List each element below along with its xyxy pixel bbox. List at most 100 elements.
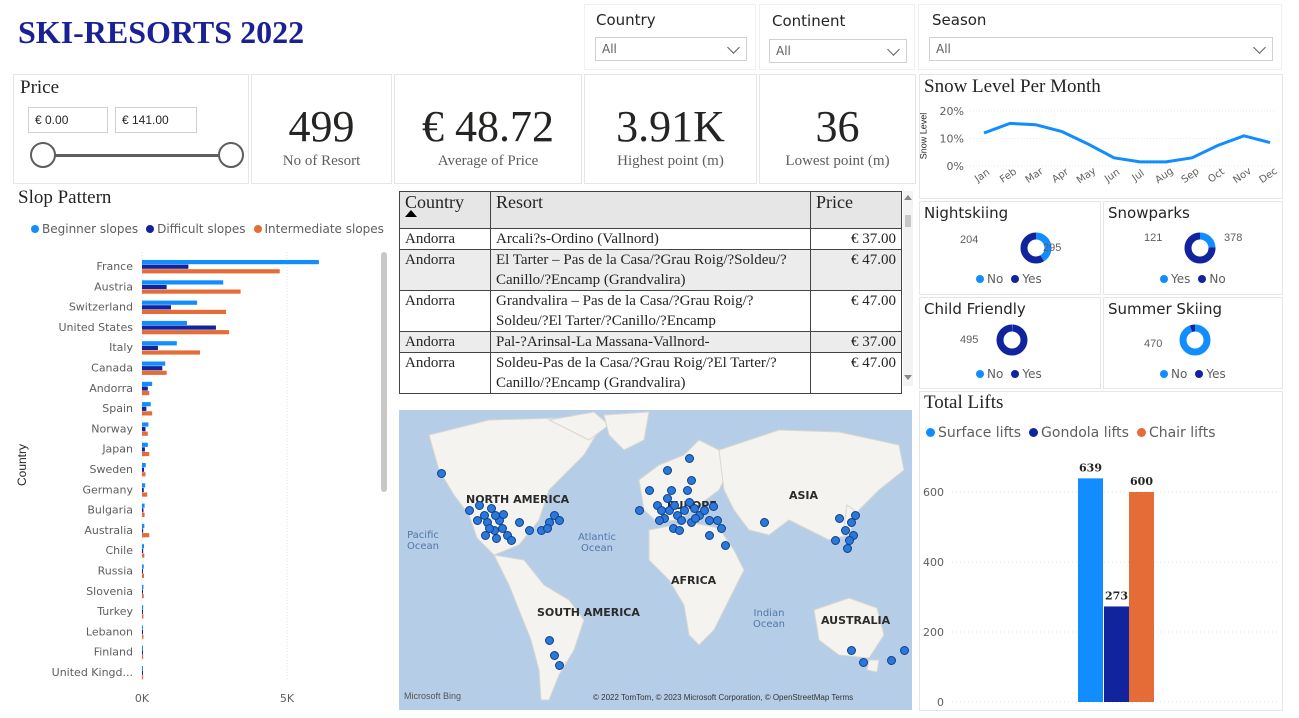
slope-bar[interactable] xyxy=(142,350,200,355)
slope-bar[interactable] xyxy=(142,645,143,650)
slope-bar[interactable] xyxy=(142,625,143,630)
map-pin[interactable] xyxy=(475,501,484,510)
map-pin[interactable] xyxy=(677,516,686,525)
map-pin[interactable] xyxy=(843,544,852,553)
slope-bar[interactable] xyxy=(142,325,216,330)
slope-bar[interactable] xyxy=(142,467,145,472)
map-pin[interactable] xyxy=(437,469,446,478)
slope-bar[interactable] xyxy=(142,594,144,599)
map-pin[interactable] xyxy=(851,511,860,520)
slope-bar[interactable] xyxy=(142,309,227,314)
slope-bar[interactable] xyxy=(142,260,319,265)
map-pin[interactable] xyxy=(691,514,700,523)
table-row[interactable]: Andorra El Tarter – Pas de la Casa/?Grau… xyxy=(399,249,902,291)
price-slider-min-handle[interactable] xyxy=(30,142,56,168)
donut-slice[interactable] xyxy=(1179,324,1211,356)
slope-bar[interactable] xyxy=(142,341,177,346)
slope-bar[interactable] xyxy=(142,508,144,513)
slope-bar[interactable] xyxy=(142,451,150,457)
slope-bar[interactable] xyxy=(142,634,144,639)
map-pin[interactable] xyxy=(481,531,490,540)
map-pin[interactable] xyxy=(859,658,868,667)
map-pin[interactable] xyxy=(685,454,694,463)
table-row[interactable]: Andorra Grandvalira – Pas de la Casa/?Gr… xyxy=(399,290,902,332)
map-pin[interactable] xyxy=(543,524,552,533)
slope-bar[interactable] xyxy=(142,391,150,396)
map-pin[interactable] xyxy=(760,518,769,527)
price-slider-max-handle[interactable] xyxy=(218,142,244,168)
scroll-down-icon[interactable] xyxy=(904,375,912,380)
slope-bar[interactable] xyxy=(142,269,280,274)
map-pin[interactable] xyxy=(700,506,709,515)
slope-bar[interactable] xyxy=(142,427,146,432)
map-pin[interactable] xyxy=(550,651,559,660)
price-slider-track[interactable] xyxy=(42,154,230,157)
scroll-up-icon[interactable] xyxy=(904,195,912,200)
map-pin[interactable] xyxy=(831,536,840,545)
column-header-price[interactable]: Price xyxy=(810,191,902,229)
snow-line-series[interactable] xyxy=(983,121,1271,164)
slope-bar[interactable] xyxy=(142,654,144,660)
map-pin[interactable] xyxy=(525,526,534,535)
map-pin[interactable] xyxy=(847,646,856,655)
slope-bar[interactable] xyxy=(142,280,224,285)
slope-bar[interactable] xyxy=(142,553,145,558)
donut-slice[interactable] xyxy=(996,324,1028,356)
slope-bar[interactable] xyxy=(142,666,143,671)
map-pin[interactable] xyxy=(635,506,644,515)
table-scrollbar[interactable] xyxy=(903,191,913,386)
map-pin[interactable] xyxy=(675,526,684,535)
slope-bar[interactable] xyxy=(142,289,241,294)
slope-bar[interactable] xyxy=(142,573,145,578)
slope-bar[interactable] xyxy=(142,605,144,610)
map-attribution[interactable]: © 2022 TomTom, © 2023 Microsoft Corporat… xyxy=(593,693,853,702)
slope-bar[interactable] xyxy=(142,442,148,447)
resort-map[interactable]: NORTH AMERICA EUROPE ASIA AFRICA SOUTH A… xyxy=(399,410,912,710)
map-pin[interactable] xyxy=(705,531,714,540)
slope-bar[interactable] xyxy=(142,406,147,411)
map-pin[interactable] xyxy=(683,486,692,495)
slope-bar[interactable] xyxy=(142,670,143,675)
map-pin[interactable] xyxy=(887,656,896,665)
continent-dropdown[interactable]: All xyxy=(769,39,907,63)
slope-bar[interactable] xyxy=(142,512,145,517)
slope-scrollbar[interactable] xyxy=(381,252,387,492)
price-max-input[interactable]: € 141.00 xyxy=(115,107,197,133)
map-pin[interactable] xyxy=(645,486,654,495)
map-pin[interactable] xyxy=(663,494,672,503)
map-pin[interactable] xyxy=(663,466,672,475)
map-pin[interactable] xyxy=(507,536,516,545)
map-pin[interactable] xyxy=(721,541,730,550)
map-pin[interactable] xyxy=(473,516,482,525)
slope-bar[interactable] xyxy=(142,614,144,619)
slope-bar[interactable] xyxy=(142,330,229,335)
table-scroll-thumb[interactable] xyxy=(905,215,911,227)
slope-bar[interactable] xyxy=(142,487,144,493)
slope-bar[interactable] xyxy=(142,503,145,508)
lifts-bar[interactable] xyxy=(1078,478,1103,702)
map-pin[interactable] xyxy=(655,516,664,525)
country-dropdown[interactable]: All xyxy=(595,37,747,61)
lifts-bar[interactable] xyxy=(1104,606,1129,702)
slope-bar[interactable] xyxy=(142,630,143,635)
table-row[interactable]: Andorra Arcali?s-Ordino (Vallnord) € 37.… xyxy=(399,228,902,250)
table-row[interactable]: Andorra Soldeu-Pas de la Casa/?Grau Roig… xyxy=(399,352,902,394)
slope-bar[interactable] xyxy=(142,492,148,497)
slope-bar[interactable] xyxy=(142,431,148,436)
map-pin[interactable] xyxy=(900,646,909,655)
lifts-bar[interactable] xyxy=(1129,492,1154,702)
map-pin[interactable] xyxy=(680,506,689,515)
map-pin[interactable] xyxy=(515,518,524,527)
slope-bar[interactable] xyxy=(142,675,144,680)
slope-bar[interactable] xyxy=(142,411,153,416)
slope-bar[interactable] xyxy=(142,305,171,310)
slope-bar[interactable] xyxy=(142,366,163,371)
slope-bar[interactable] xyxy=(142,472,146,477)
map-pin[interactable] xyxy=(667,486,676,495)
map-pin[interactable] xyxy=(835,514,844,523)
table-row[interactable]: Andorra Pal-?Arinsal-La Massana-Vallnord… xyxy=(399,331,902,353)
slope-bar[interactable] xyxy=(142,548,144,553)
slope-bar[interactable] xyxy=(142,463,146,468)
slope-bar[interactable] xyxy=(142,264,189,269)
slope-bar[interactable] xyxy=(142,609,143,614)
